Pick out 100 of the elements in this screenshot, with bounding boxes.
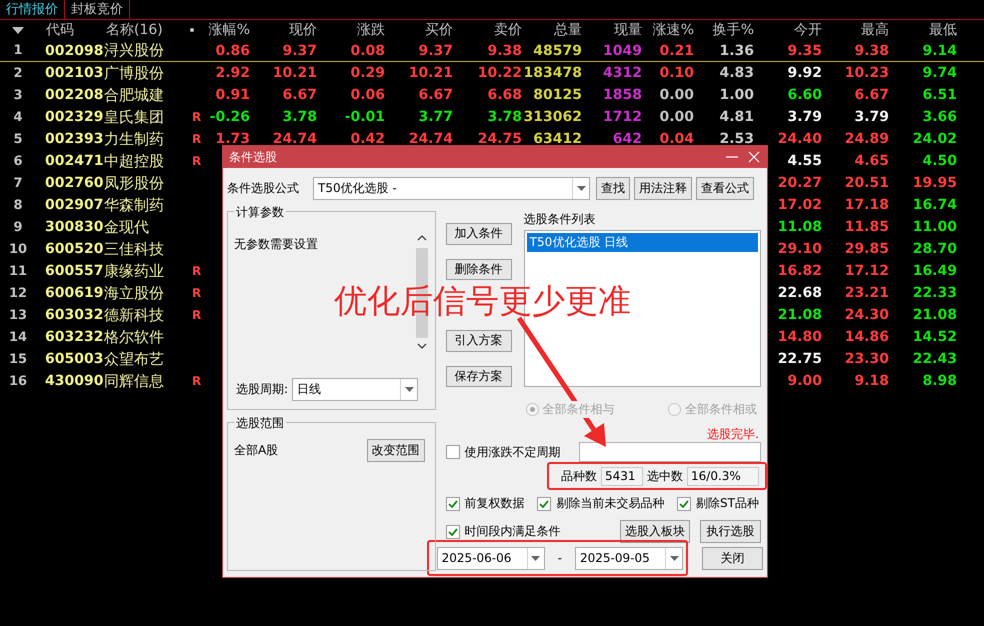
- stock-name: 金现代: [103, 218, 150, 236]
- stock-name: 力生制药: [103, 130, 165, 148]
- row-number: 2: [12, 66, 24, 80]
- table-cell-text: 0.21: [658, 42, 694, 58]
- info-text: 无参数需要设置: [234, 236, 318, 253]
- column-header[interactable]: 涨速%: [642, 21, 694, 39]
- column-header[interactable]: 最低: [889, 21, 957, 39]
- table-cell-text: 0.08: [349, 42, 385, 58]
- column-header[interactable]: 代码: [36, 21, 102, 39]
- table-cell-text: 9.37: [417, 42, 453, 58]
- stock-name: 康缘药业: [103, 262, 165, 280]
- button[interactable]: 执行选股: [700, 520, 761, 543]
- column-header[interactable]: 最高: [822, 21, 889, 39]
- row-number: 15: [8, 352, 28, 366]
- column-header[interactable]: 现价: [250, 21, 317, 39]
- table-cell-text: 1.36: [718, 42, 754, 58]
- stock-code: 002471: [44, 153, 102, 169]
- stock-name: 广博股份: [103, 64, 165, 82]
- tab[interactable]: 封板竞价: [65, 0, 130, 19]
- stock-code: 002208: [44, 87, 102, 103]
- table-cell-text: 6.60: [786, 87, 822, 103]
- date-dropdown[interactable]: 2025-06-06: [436, 546, 545, 570]
- tab[interactable]: 行情报价: [0, 0, 65, 19]
- button[interactable]: 删除条件: [446, 258, 512, 280]
- flag-mark: R: [192, 374, 202, 388]
- table-cell-text: 11.00: [912, 219, 957, 235]
- column-header[interactable]: 今开: [754, 21, 822, 39]
- row-number: 10: [8, 242, 28, 256]
- button[interactable]: 用法注释: [634, 177, 692, 200]
- list-item[interactable]: T50优化选股 日线: [526, 233, 758, 252]
- column-header[interactable]: 换手%: [694, 21, 754, 39]
- field-label: 品种数: [561, 468, 597, 484]
- table-cell-text: 0.91: [214, 87, 250, 103]
- button[interactable]: 加入条件: [446, 223, 512, 244]
- checkbox[interactable]: [446, 524, 460, 538]
- table-cell-text: 1712: [602, 109, 642, 125]
- column-header[interactable]: 现量: [582, 21, 642, 39]
- column-header[interactable]: 涨幅%: [205, 21, 250, 39]
- stock-name: 三佳科技: [103, 240, 165, 258]
- column-header[interactable]: 买价: [385, 21, 453, 39]
- check-icon: [679, 500, 690, 508]
- stock-name: 中超控股: [103, 152, 165, 170]
- table-cell-text: 3.79: [786, 109, 822, 125]
- button[interactable]: 查找: [596, 177, 630, 200]
- stock-code: 605003: [44, 351, 102, 367]
- button[interactable]: 查看公式: [696, 177, 754, 200]
- row-number: 5: [12, 132, 24, 146]
- table-cell-text: 0.00: [658, 87, 694, 103]
- table-cell-text: 3.78: [486, 109, 522, 125]
- dropdown-arrow-icon: [404, 387, 414, 392]
- checkbox[interactable]: [677, 496, 692, 510]
- table-cell-text: 17.02: [776, 197, 822, 213]
- close-icon: [747, 150, 761, 164]
- table-cell-text: 22.43: [912, 351, 957, 367]
- table-cell-text: 183478: [522, 65, 582, 81]
- period-dropdown[interactable]: 日线: [292, 378, 418, 401]
- table-cell-text: 4.81: [718, 109, 754, 125]
- stock-name: 华森制药: [103, 196, 165, 214]
- column-header[interactable]: 名称(16): [102, 21, 180, 39]
- button[interactable]: 关闭: [702, 546, 763, 570]
- checkbox[interactable]: [446, 445, 460, 459]
- input-field[interactable]: [579, 442, 761, 462]
- table-cell-text: 10.22: [476, 65, 522, 81]
- table-cell-text: 24.74: [408, 131, 453, 147]
- date-dropdown[interactable]: 2025-09-05: [575, 546, 683, 570]
- table-cell-text: 9.35: [786, 42, 822, 58]
- table-cell-text: 6.51: [921, 87, 957, 103]
- column-header[interactable]: 涨跌: [317, 21, 385, 39]
- button[interactable]: 改变范围: [366, 439, 425, 462]
- dropdown-arrow-icon: [670, 556, 678, 560]
- table-cell-text: 22.33: [912, 285, 957, 301]
- row-number: 7: [12, 176, 24, 190]
- table-cell-text: 0.06: [349, 87, 385, 103]
- formula-dropdown[interactable]: T50优化选股 -: [313, 177, 590, 200]
- checkbox[interactable]: [537, 496, 552, 510]
- table-cell-text: 19.95: [912, 175, 957, 191]
- flag-mark: R: [192, 264, 202, 278]
- table-cell-text: 14.80: [776, 329, 822, 345]
- table-cell-text: 80125: [532, 87, 582, 103]
- table-cell-text: 48579: [532, 42, 582, 58]
- checkbox[interactable]: [446, 496, 460, 510]
- column-header[interactable]: 卖价: [453, 21, 522, 39]
- table-cell-text: 24.40: [776, 131, 822, 147]
- field-label: 选股周期:: [236, 381, 288, 398]
- table-cell-text: 6.67: [281, 87, 317, 103]
- table-cell-text: 17.18: [844, 197, 889, 213]
- column-header[interactable]: 总量: [522, 21, 582, 39]
- group-title: 计算参数: [234, 204, 286, 221]
- table-cell-text: 313062: [522, 109, 582, 125]
- annotation-text: 优化后信号更少更准: [334, 280, 631, 322]
- stock-name: 凤形股份: [103, 174, 165, 192]
- button[interactable]: 选股入板块: [620, 520, 690, 543]
- table-cell-text: 24.75: [476, 131, 522, 147]
- table-cell-text: 9.14: [921, 42, 957, 58]
- radio-label: 全部条件相与: [542, 400, 615, 418]
- table-cell-text: 9.37: [281, 42, 317, 58]
- button[interactable]: 保存方案: [446, 366, 512, 387]
- row-number: 14: [8, 330, 28, 344]
- flag-mark: R: [192, 308, 202, 322]
- button[interactable]: 引入方案: [446, 330, 512, 352]
